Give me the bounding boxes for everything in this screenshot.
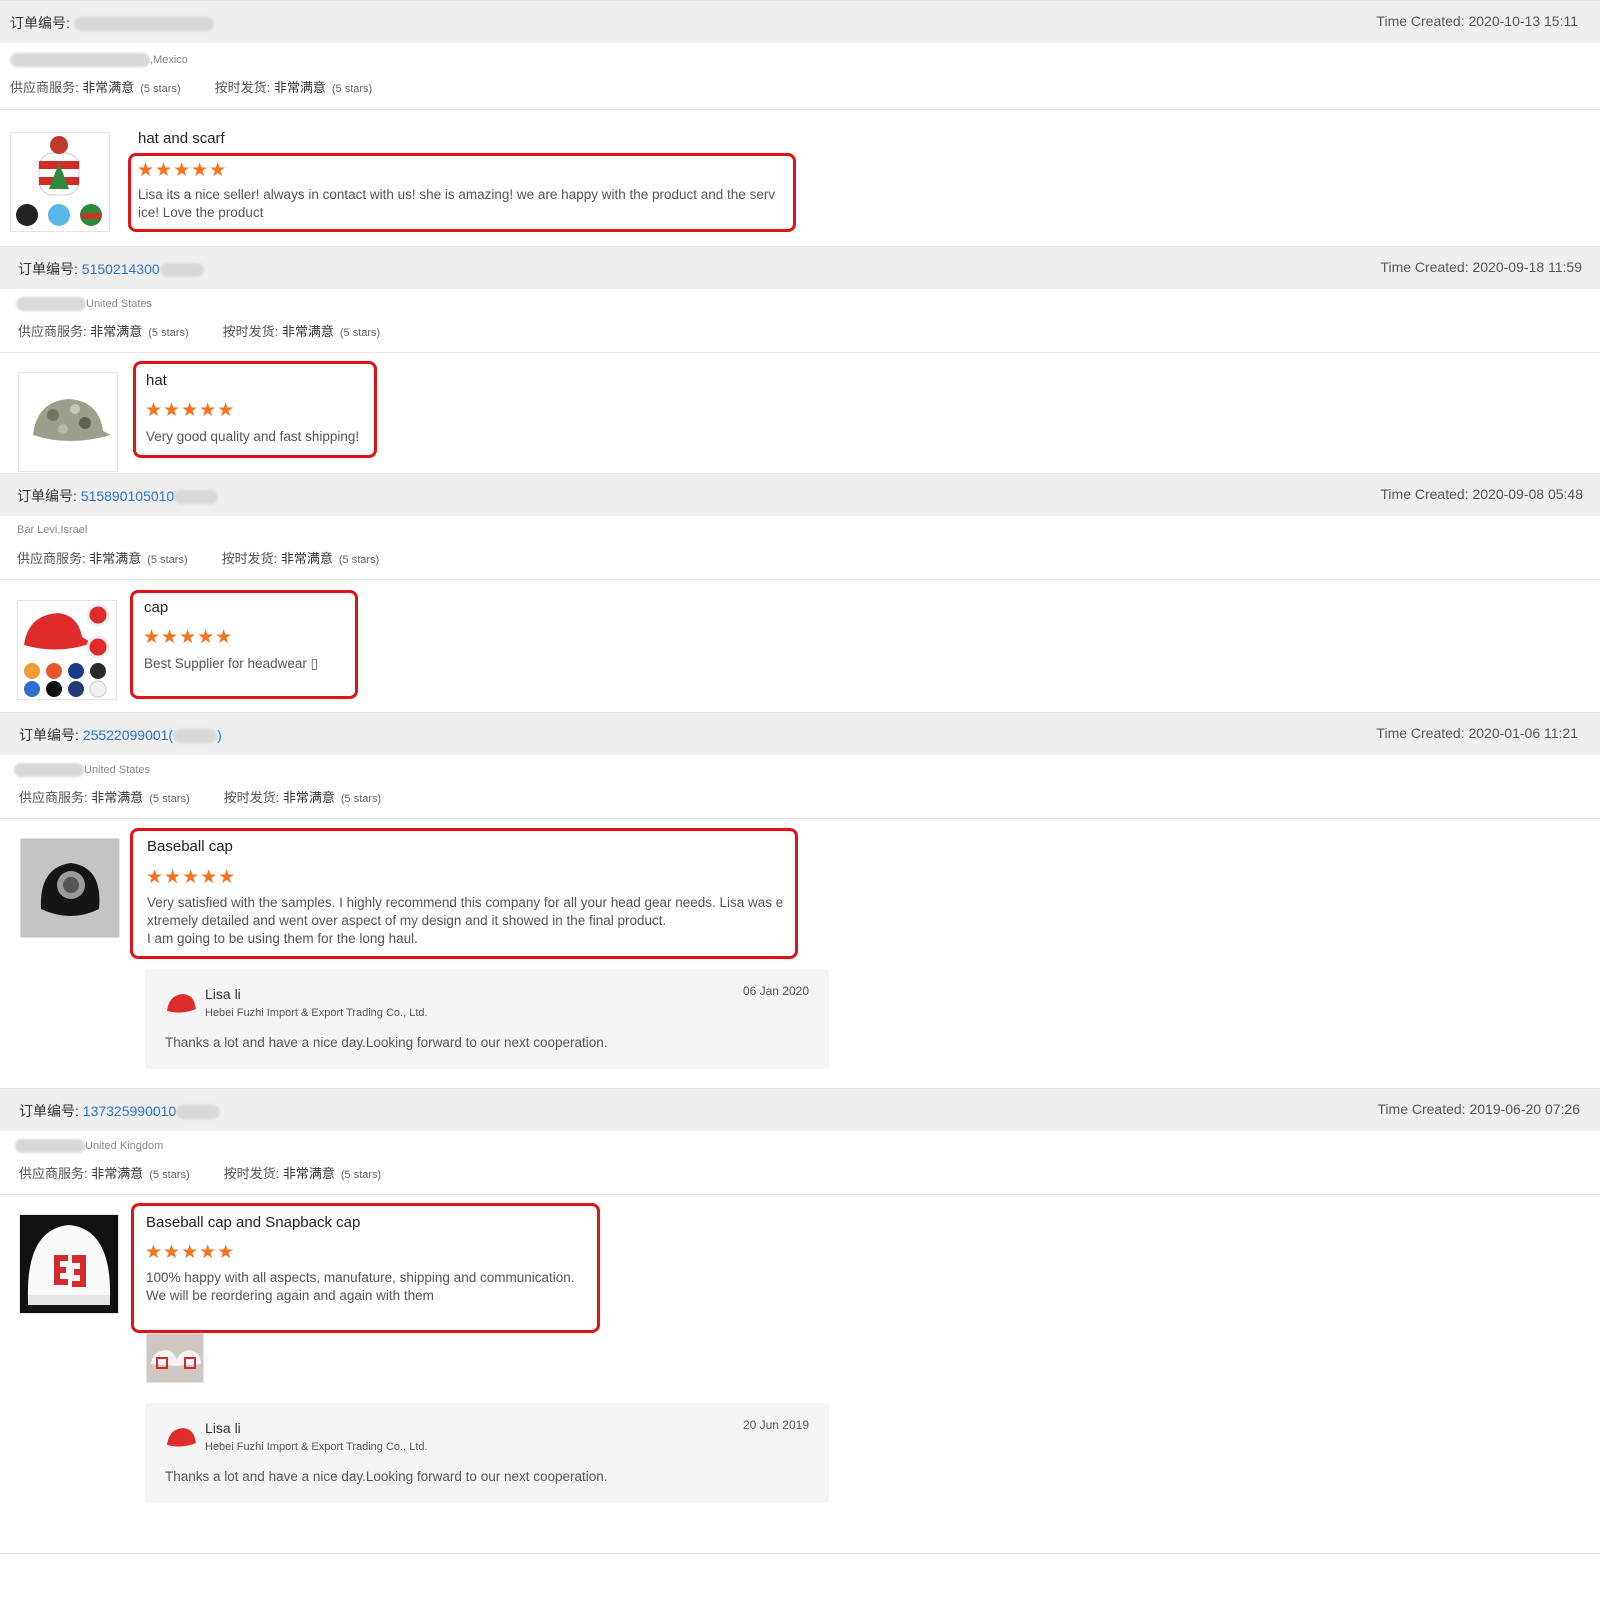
order-number-value[interactable]: 5150214300 (82, 261, 160, 277)
order-info: United States 供应商服务: 非常满意 (5 stars) 按时发货: … (0, 755, 1600, 819)
redacted-buyer-name (10, 53, 150, 67)
order-number-label: 订单编号: (19, 1103, 79, 1119)
order-number[interactable]: 订单编号: 515890105010 (17, 486, 219, 506)
order-header: 订单编号: 137325990010 Time Created: 2019-06… (0, 1088, 1600, 1131)
redacted-buyer-name (16, 297, 86, 311)
seller-ratings: 供应商服务: 非常满意 (5 stars) 按时发货: 非常满意 (5 stars) (10, 80, 373, 95)
order-number-value[interactable]: 515890105010 (81, 488, 174, 504)
time-created: Time Created: 2020-09-08 05:48 (1380, 486, 1583, 502)
order-header: 订单编号: 5150214300 Time Created: 2020-09-1… (0, 246, 1600, 289)
order-header: 订单编号: 25522099001() Time Created: 2020-0… (0, 712, 1600, 755)
product-title[interactable]: Baseball cap and Snapback cap (146, 1214, 360, 1231)
redacted-buyer-name (14, 763, 84, 777)
star-rating: ★★★★★ (137, 160, 228, 181)
reply-author-name[interactable]: Lisa li (205, 986, 241, 1002)
redacted-order-suffix (159, 263, 204, 278)
product-image-baseball-cap[interactable] (20, 838, 120, 938)
product-image-hat-and-scarf[interactable] (10, 132, 110, 232)
reply-message: Thanks a lot and have a nice day.Looking… (165, 1035, 608, 1050)
order-number-label: 订单编号: (10, 15, 70, 31)
product-title[interactable]: hat and scarf (138, 130, 225, 147)
star-rating: ★★★★★ (145, 400, 236, 421)
order-info: ,Mexico 供应商服务: 非常满意 (5 stars) 按时发货: 非常满意 (5… (0, 43, 1600, 110)
order-number[interactable]: 订单编号: (10, 13, 214, 33)
product-image-cap[interactable] (17, 600, 117, 700)
seller-reply: Lisa li Hebei Fuzhi Import & Export Trad… (145, 1403, 829, 1503)
redacted-order-number (73, 17, 214, 32)
order-header: 订单编号: Time Created: 2020-10-13 15:11 (0, 0, 1600, 43)
time-created: Time Created: 2019-06-20 07:26 (1377, 1101, 1580, 1117)
reply-date: 20 Jun 2019 (742, 1418, 809, 1432)
order-number[interactable]: 订单编号: 137325990010 (19, 1101, 221, 1121)
order-number-value[interactable]: 137325990010 (83, 1103, 176, 1119)
reply-author-name[interactable]: Lisa li (205, 1420, 241, 1436)
star-rating: ★★★★★ (143, 627, 234, 648)
redacted-buyer-name (15, 1139, 85, 1153)
product-title[interactable]: hat (146, 372, 167, 389)
seller-ratings: 供应商服务: 非常满意 (5 stars) 按时发货: 非常满意 (5 stars) (19, 1166, 382, 1181)
cap-avatar-icon (165, 991, 197, 1020)
redacted-order-suffix (176, 1105, 221, 1120)
order-number-label: 订单编号: (17, 488, 77, 504)
buyer-location: ,Mexico (10, 53, 188, 67)
cap-avatar-icon (165, 1425, 197, 1454)
order-header: 订单编号: 515890105010 Time Created: 2020-09… (0, 473, 1600, 516)
redacted-order-suffix (174, 490, 219, 505)
review-text: Very satisfied with the samples. I highl… (147, 895, 784, 946)
star-rating: ★★★★★ (146, 867, 237, 888)
review-text: Very good quality and fast shipping! (146, 429, 360, 444)
product-title[interactable]: cap (144, 599, 168, 616)
seller-reply: Lisa li Hebei Fuzhi Import & Export Trad… (145, 969, 829, 1069)
review-attachment-image[interactable] (146, 1333, 204, 1383)
seller-ratings: 供应商服务: 非常满意 (5 stars) 按时发货: 非常满意 (5 stars) (17, 551, 380, 566)
order-number-value[interactable]: 25522099001( (83, 727, 173, 743)
reply-company: Hebei Fuzhi Import & Export Trading Co.,… (205, 1441, 428, 1453)
review-text: Best Supplier for headwear ▯ (144, 656, 319, 671)
order-number-label: 订单编号: (19, 727, 79, 743)
order-number-label: 订单编号: (18, 261, 78, 277)
order-info: United Kingdom 供应商服务: 非常满意 (5 stars) 按时发货:… (0, 1131, 1600, 1195)
time-created: Time Created: 2020-09-18 11:59 (1380, 259, 1582, 275)
order-info: Bar Levi,Israel 供应商服务: 非常满意 (5 stars) 按时发货… (0, 516, 1600, 580)
time-created: Time Created: 2020-01-06 11:21 (1376, 725, 1578, 741)
star-rating: ★★★★★ (145, 1242, 236, 1263)
reply-date: 06 Jan 2020 (742, 984, 809, 998)
seller-ratings: 供应商服务: 非常满意 (5 stars) 按时发货: 非常满意 (5 stars) (18, 324, 381, 339)
buyer-location: United States (14, 763, 150, 777)
order-number[interactable]: 订单编号: 25522099001() (19, 725, 222, 745)
order-info: United States 供应商服务: 非常满意 (5 stars) 按时发货: … (0, 289, 1600, 353)
review-text: 100% happy with all aspects, manufature,… (146, 1270, 575, 1303)
redacted-order-suffix (173, 729, 218, 744)
order-number[interactable]: 订单编号: 5150214300 (18, 259, 204, 279)
product-title[interactable]: Baseball cap (147, 838, 233, 855)
page-bottom-divider (0, 1553, 1600, 1554)
reply-company: Hebei Fuzhi Import & Export Trading Co.,… (205, 1007, 428, 1019)
buyer-location: United Kingdom (15, 1139, 163, 1153)
review-text: Lisa its a nice seller! always in contac… (138, 187, 776, 220)
product-image-snapback-cap[interactable] (19, 1214, 119, 1314)
reply-message: Thanks a lot and have a nice day.Looking… (165, 1469, 608, 1484)
time-created: Time Created: 2020-10-13 15:11 (1376, 13, 1578, 29)
product-image-hat[interactable] (18, 372, 118, 472)
seller-ratings: 供应商服务: 非常满意 (5 stars) 按时发货: 非常满意 (5 stars) (19, 790, 382, 805)
buyer-location: United States (16, 297, 152, 311)
buyer-location: Bar Levi,Israel (17, 524, 88, 536)
